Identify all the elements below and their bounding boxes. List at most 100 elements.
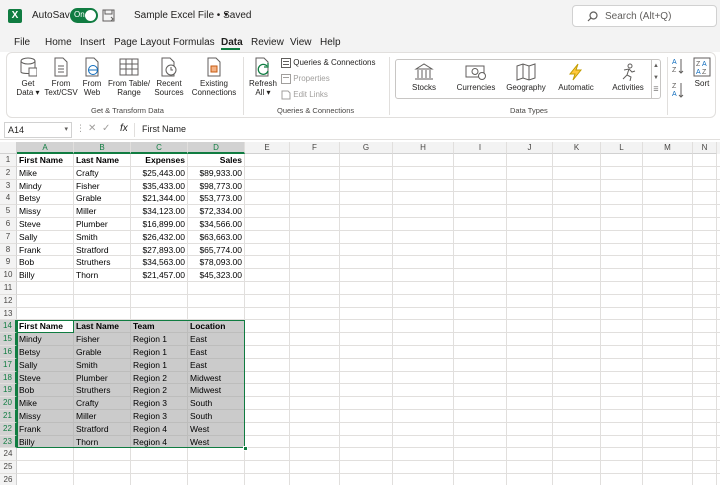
search-input[interactable]: Search (Alt+Q) xyxy=(605,11,671,22)
table-cell[interactable]: Mike xyxy=(19,397,71,410)
table-cell[interactable]: Region 2 xyxy=(133,384,185,397)
table-cell[interactable]: Mindy xyxy=(19,180,71,193)
tab-data[interactable]: Data xyxy=(221,37,243,48)
table-cell[interactable]: Frank xyxy=(19,423,71,436)
column-header-f[interactable]: F xyxy=(290,142,340,154)
row-header-8[interactable]: 8 xyxy=(0,243,17,257)
column-header-h[interactable]: H xyxy=(393,142,454,154)
column-header-n[interactable]: N xyxy=(693,142,717,154)
table-cell[interactable]: $53,773.00 xyxy=(190,192,242,205)
row-header-1[interactable]: 1 xyxy=(0,154,17,167)
row-header-3[interactable]: 3 xyxy=(0,179,17,193)
table-cell[interactable]: $21,457.00 xyxy=(133,269,185,282)
table-cell[interactable]: Miller xyxy=(76,410,128,423)
enter-check-icon[interactable]: ✓ xyxy=(102,123,110,134)
table-cell[interactable]: Bob xyxy=(19,384,71,397)
table-cell[interactable]: Missy xyxy=(19,410,71,423)
name-box[interactable]: A14 ▾ xyxy=(4,122,72,138)
row-header-9[interactable]: 9 xyxy=(0,256,17,270)
chevron-down-icon[interactable]: ▾ xyxy=(64,123,68,137)
table-cell[interactable]: Miller xyxy=(76,205,128,218)
tab-view[interactable]: View xyxy=(290,37,312,48)
table-cell[interactable]: Smith xyxy=(76,231,128,244)
column-header-l[interactable]: L xyxy=(601,142,643,154)
table-cell[interactable]: Mike xyxy=(19,167,71,180)
table-cell[interactable]: Stratford xyxy=(76,244,128,257)
scroll-down-icon[interactable]: ▼ xyxy=(652,72,660,84)
table-cell[interactable]: Frank xyxy=(19,244,71,257)
table-header-cell[interactable]: Last Name xyxy=(76,154,128,167)
row-header-10[interactable]: 10 xyxy=(0,269,17,282)
refresh-all-button[interactable]: Refresh All ▾ xyxy=(247,57,279,97)
row-header-15[interactable]: 15 xyxy=(0,333,17,346)
table-cell[interactable]: Region 4 xyxy=(133,436,185,449)
row-header-13[interactable]: 13 xyxy=(0,307,17,321)
properties-button[interactable]: Properties xyxy=(281,74,330,84)
row-header-7[interactable]: 7 xyxy=(0,230,17,244)
table-cell[interactable]: Missy xyxy=(19,205,71,218)
existing-connections-button[interactable]: Existing Connections xyxy=(191,57,237,97)
table-cell[interactable]: $35,433.00 xyxy=(133,180,185,193)
table-cell[interactable]: $72,334.00 xyxy=(190,205,242,218)
autosave-toggle[interactable]: On xyxy=(70,8,98,23)
table-cell[interactable]: East xyxy=(190,359,242,372)
row-header-14[interactable]: 14 xyxy=(0,320,17,334)
data-type-stocks[interactable]: Stocks xyxy=(404,63,444,92)
sort-az-button[interactable]: AZ xyxy=(671,57,685,77)
table-cell[interactable]: Steve xyxy=(19,372,71,385)
table-header-cell[interactable]: Location xyxy=(190,320,242,333)
row-header-19[interactable]: 19 xyxy=(0,384,17,398)
table-header-cell[interactable]: Sales xyxy=(190,154,242,167)
table-cell[interactable]: Plumber xyxy=(76,218,128,231)
table-cell[interactable]: Midwest xyxy=(190,384,242,397)
table-cell[interactable]: $21,344.00 xyxy=(133,192,185,205)
table-cell[interactable]: Region 3 xyxy=(133,410,185,423)
table-cell[interactable]: Region 1 xyxy=(133,333,185,346)
table-cell[interactable]: West xyxy=(190,423,242,436)
table-cell[interactable]: Region 1 xyxy=(133,359,185,372)
tab-review[interactable]: Review xyxy=(251,37,284,48)
more-options-icon[interactable]: ⋮ xyxy=(76,123,85,134)
table-cell[interactable]: $34,123.00 xyxy=(133,205,185,218)
column-header-e[interactable]: E xyxy=(245,142,290,154)
table-cell[interactable]: Grable xyxy=(76,192,128,205)
row-header-12[interactable]: 12 xyxy=(0,294,17,308)
table-cell[interactable]: $65,774.00 xyxy=(190,244,242,257)
file-title[interactable]: Sample Excel File • Saved xyxy=(134,10,251,21)
row-header-6[interactable]: 6 xyxy=(0,218,17,231)
column-header-j[interactable]: J xyxy=(507,142,553,154)
row-header-4[interactable]: 4 xyxy=(0,192,17,206)
table-cell[interactable]: Struthers xyxy=(76,384,128,397)
tab-help[interactable]: Help xyxy=(320,37,341,48)
table-cell[interactable]: South xyxy=(190,397,242,410)
row-header-11[interactable]: 11 xyxy=(0,282,17,295)
insert-function-icon[interactable]: fx xyxy=(120,123,128,134)
table-cell[interactable]: Steve xyxy=(19,218,71,231)
row-header-20[interactable]: 20 xyxy=(0,397,17,410)
table-cell[interactable]: $25,443.00 xyxy=(133,167,185,180)
data-type-currencies[interactable]: Currencies xyxy=(454,63,498,92)
table-cell[interactable]: Fisher xyxy=(76,333,128,346)
table-cell[interactable]: Bob xyxy=(19,256,71,269)
sort-button[interactable]: ZAAZ Sort xyxy=(691,57,713,88)
table-cell[interactable]: Thorn xyxy=(76,269,128,282)
table-cell[interactable]: Smith xyxy=(76,359,128,372)
table-cell[interactable]: Region 1 xyxy=(133,346,185,359)
table-cell[interactable]: $78,093.00 xyxy=(190,256,242,269)
table-cell[interactable]: Billy xyxy=(19,269,71,282)
chevron-down-icon[interactable]: ▾ xyxy=(224,10,228,19)
table-header-cell[interactable]: First Name xyxy=(19,154,71,167)
table-cell[interactable]: Sally xyxy=(19,359,71,372)
column-header-m[interactable]: M xyxy=(643,142,693,154)
table-cell[interactable]: $34,563.00 xyxy=(133,256,185,269)
table-cell[interactable]: $63,663.00 xyxy=(190,231,242,244)
table-cell[interactable]: Crafty xyxy=(76,397,128,410)
data-types-scroll[interactable]: ▲ ▼ ☰ xyxy=(651,60,660,98)
table-cell[interactable]: Betsy xyxy=(19,192,71,205)
table-cell[interactable]: $89,933.00 xyxy=(190,167,242,180)
tab-page-layout[interactable]: Page Layout xyxy=(114,37,170,48)
get-data-button[interactable]: Get Data ▾ xyxy=(13,57,43,97)
from-web-button[interactable]: From Web xyxy=(79,57,105,97)
row-header-16[interactable]: 16 xyxy=(0,346,17,359)
from-table-range-button[interactable]: From Table/ Range xyxy=(107,57,151,97)
